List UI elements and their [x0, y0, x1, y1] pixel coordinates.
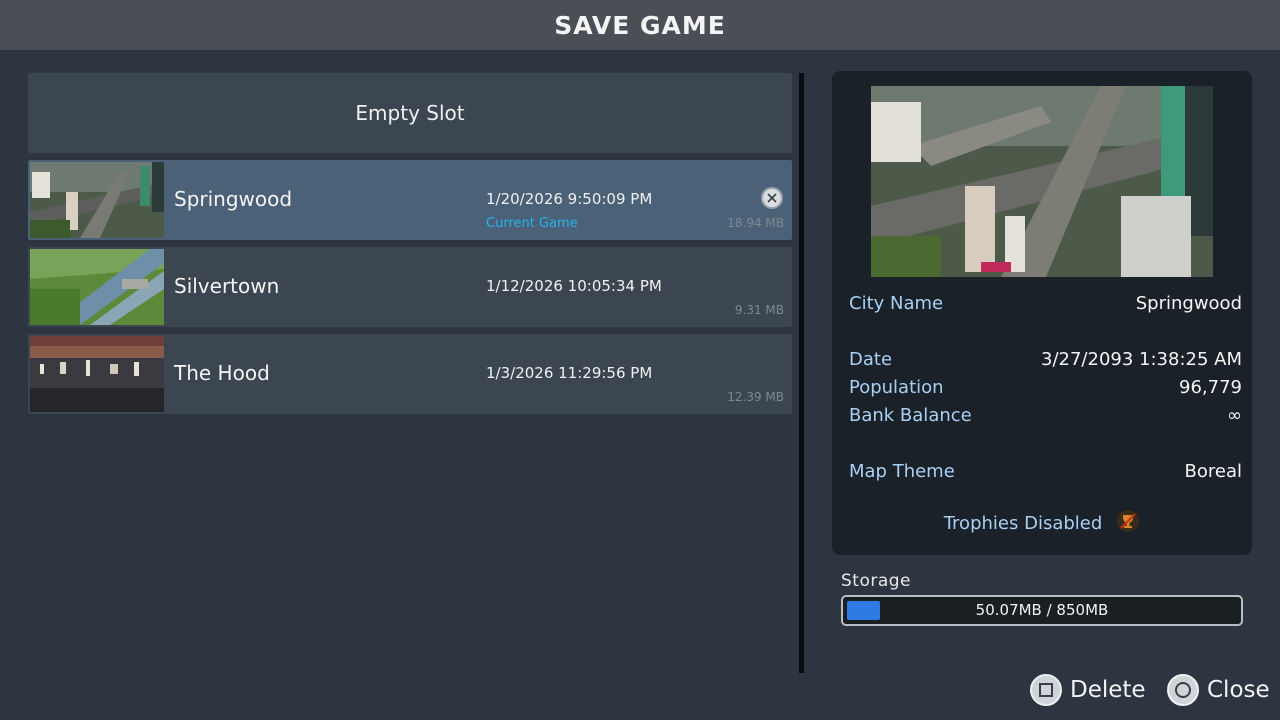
trophies-label: Trophies Disabled: [943, 512, 1103, 534]
save-name: The Hood: [174, 361, 270, 385]
population-value: 96,779: [1179, 377, 1242, 398]
save-row-the-hood[interactable]: The Hood 1/3/2026 11:29:56 PM 12.39 MB: [28, 334, 792, 414]
close-button-label: Close: [1207, 677, 1270, 703]
save-date: 1/3/2026 11:29:56 PM: [486, 364, 653, 382]
save-details-panel: City Name Springwood Date 3/27/2093 1:38…: [832, 71, 1252, 555]
trophies-status: Trophies Disabled: [832, 509, 1252, 537]
city-thumbnail-image: [30, 249, 164, 325]
storage-label: Storage: [841, 571, 912, 591]
city-preview-image: [871, 86, 1213, 277]
save-size: 18.94 MB: [727, 216, 784, 230]
date-value: 3/27/2093 1:38:25 AM: [1041, 349, 1242, 370]
delete-button[interactable]: Delete: [1030, 674, 1146, 706]
save-size: 12.39 MB: [727, 390, 784, 404]
delete-button-label: Delete: [1070, 677, 1146, 703]
save-thumbnail: [30, 249, 164, 325]
city-thumbnail-image: [30, 336, 164, 412]
close-circle-icon[interactable]: [761, 187, 783, 209]
city-name-label: City Name: [849, 293, 944, 314]
current-game-badge: Current Game: [486, 216, 578, 231]
circle-button-icon: [1167, 674, 1199, 706]
date-label: Date: [849, 349, 893, 370]
square-button-icon: [1030, 674, 1062, 706]
population-label: Population: [849, 377, 944, 398]
save-date: 1/12/2026 10:05:34 PM: [486, 277, 662, 295]
bank-balance-value: ∞: [1227, 405, 1242, 426]
storage-progress-bar: 50.07MB / 850MB: [841, 595, 1243, 626]
city-thumbnail-image: [30, 162, 164, 238]
storage-value: 50.07MB / 850MB: [975, 601, 1109, 619]
save-date: 1/20/2026 9:50:09 PM: [486, 190, 653, 208]
map-theme-value: Boreal: [1184, 461, 1242, 482]
page-title: SAVE GAME: [554, 10, 726, 40]
list-scrollbar[interactable]: [799, 73, 804, 673]
empty-slot-button[interactable]: Empty Slot: [28, 73, 792, 153]
bank-balance-label: Bank Balance: [849, 405, 972, 426]
save-row-springwood[interactable]: Springwood 1/20/2026 9:50:09 PM Current …: [28, 160, 792, 240]
empty-slot-label: Empty Slot: [355, 101, 465, 125]
city-name-value: Springwood: [1135, 293, 1242, 314]
trophy-disabled-icon: [1116, 509, 1140, 537]
save-name: Springwood: [174, 187, 293, 211]
close-button[interactable]: Close: [1167, 674, 1270, 706]
map-theme-label: Map Theme: [849, 461, 955, 482]
save-size: 9.31 MB: [734, 303, 784, 317]
city-preview: [871, 86, 1213, 277]
save-thumbnail: [30, 336, 164, 412]
title-bar: SAVE GAME: [0, 0, 1280, 50]
save-slot-list: Empty Slot Springwood 1/20/2026 9:50:09 …: [28, 73, 792, 414]
save-row-silvertown[interactable]: Silvertown 1/12/2026 10:05:34 PM 9.31 MB: [28, 247, 792, 327]
save-name: Silvertown: [174, 274, 280, 298]
save-thumbnail: [30, 162, 164, 238]
